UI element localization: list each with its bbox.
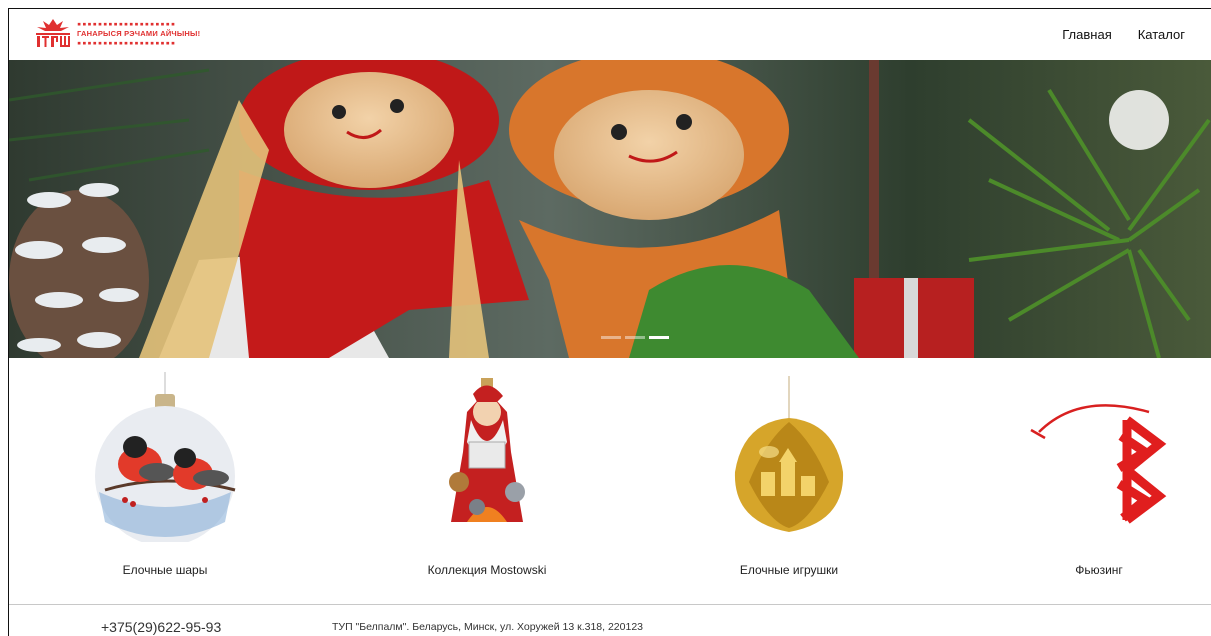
category-label[interactable]: Елочные игрушки xyxy=(639,563,939,577)
main-nav: Главная Каталог xyxy=(1062,27,1185,42)
carousel-indicator-2[interactable] xyxy=(625,336,645,339)
hero-slide-image xyxy=(9,60,1211,358)
site-header: ▪▪▪▪▪▪▪▪▪▪▪▪▪▪▪▪▪▪▪ ГАНАРЫСЯ РЭЧАМИ АЙЧЫ… xyxy=(9,9,1211,60)
category-card-toys[interactable]: Елочные игрушки xyxy=(639,358,939,604)
category-label[interactable]: Фьюзинг xyxy=(949,563,1211,577)
logo-slogan: ГАНАРЫСЯ РЭЧАМИ АЙЧЫНЫ! xyxy=(77,28,201,38)
nav-link-home[interactable]: Главная xyxy=(1062,27,1111,42)
nav-link-catalog[interactable]: Каталог xyxy=(1138,27,1185,42)
santa-ornament-image xyxy=(449,378,525,522)
site-logo[interactable]: ▪▪▪▪▪▪▪▪▪▪▪▪▪▪▪▪▪▪▪ ГАНАРЫСЯ РЭЧАМИ АЙЧЫ… xyxy=(33,17,200,49)
bauble-bullfinches-image xyxy=(95,372,236,542)
footer-phone[interactable]: +375(29)622-95-93 xyxy=(101,619,221,635)
logo-text-block: ▪▪▪▪▪▪▪▪▪▪▪▪▪▪▪▪▪▪▪ ГАНАРЫСЯ РЭЧАМИ АЙЧЫ… xyxy=(77,20,200,47)
logo-emblem-icon xyxy=(36,19,70,47)
logo-ornament-top: ▪▪▪▪▪▪▪▪▪▪▪▪▪▪▪▪▪▪▪ xyxy=(77,19,177,28)
category-label[interactable]: Коллекция Mostowski xyxy=(337,563,637,577)
hero-carousel[interactable] xyxy=(9,60,1211,358)
footer-address: ТУП "Белпалм". Беларусь, Минск, ул. Хору… xyxy=(332,621,644,633)
red-fusing-ornament-image xyxy=(1030,404,1167,524)
carousel-indicator-1[interactable] xyxy=(601,336,621,339)
logo-ornament-bottom: ▪▪▪▪▪▪▪▪▪▪▪▪▪▪▪▪▪▪▪ xyxy=(77,38,177,47)
category-card-baubles[interactable]: Елочные шары xyxy=(15,358,315,604)
category-card-fusing[interactable]: Фьюзинг xyxy=(949,358,1211,604)
carousel-indicators xyxy=(601,336,669,339)
golden-walnut-ornament-image xyxy=(734,376,844,532)
site-footer: +375(29)622-95-93 ТУП "Белпалм". Беларус… xyxy=(9,604,1211,636)
category-card-mostowski[interactable]: Коллекция Mostowski xyxy=(337,358,637,604)
category-grid: Елочные шары Коллекция Mostowski Елочные… xyxy=(9,358,1211,604)
category-label[interactable]: Елочные шары xyxy=(15,563,315,577)
carousel-indicator-3[interactable] xyxy=(649,336,669,339)
